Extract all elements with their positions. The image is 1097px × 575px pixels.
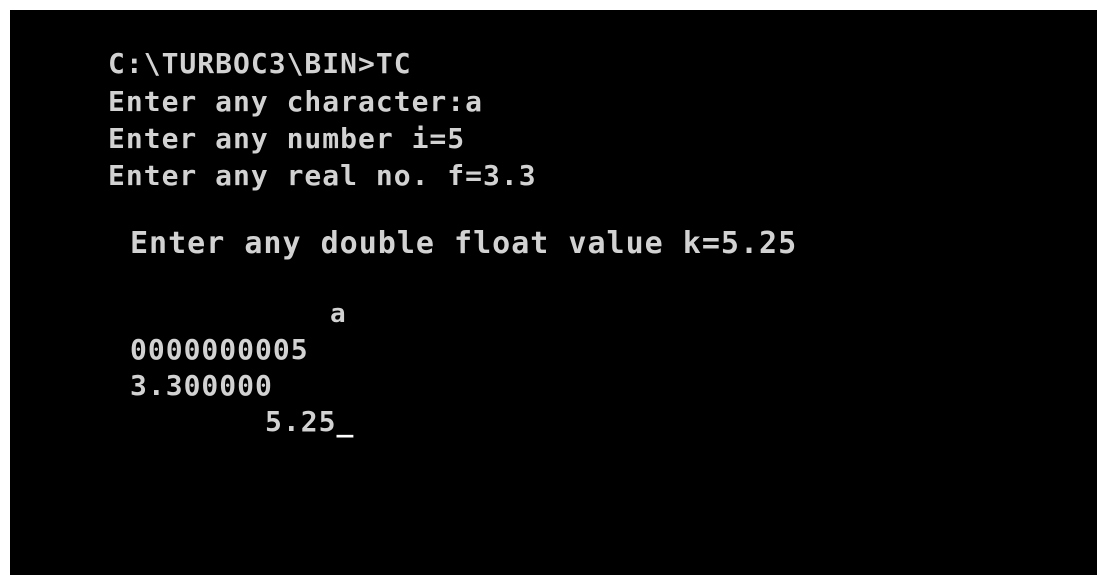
dos-terminal[interactable]: C:\TURBOC3\BIN>TC Enter any character:a … (10, 10, 1097, 575)
double-input-line: Enter any double float value k=5.25 (130, 226, 798, 261)
double-output-line: 5.25_ (265, 408, 354, 436)
text-cursor: _ (336, 405, 355, 438)
command-prompt-line: C:\TURBOC3\BIN>TC (108, 47, 412, 80)
double-output: 5.25 (265, 405, 337, 438)
character-output: a (330, 299, 347, 329)
integer-output: 0000000005 (130, 333, 309, 366)
integer-input-line: Enter any number i=5 (108, 122, 466, 155)
real-input-line: Enter any real no. f=3.3 (108, 159, 537, 192)
character-input-line: Enter any character:a (108, 85, 484, 118)
screen-frame: C:\TURBOC3\BIN>TC Enter any character:a … (0, 0, 1097, 575)
real-output: 3.300000 (130, 369, 273, 402)
